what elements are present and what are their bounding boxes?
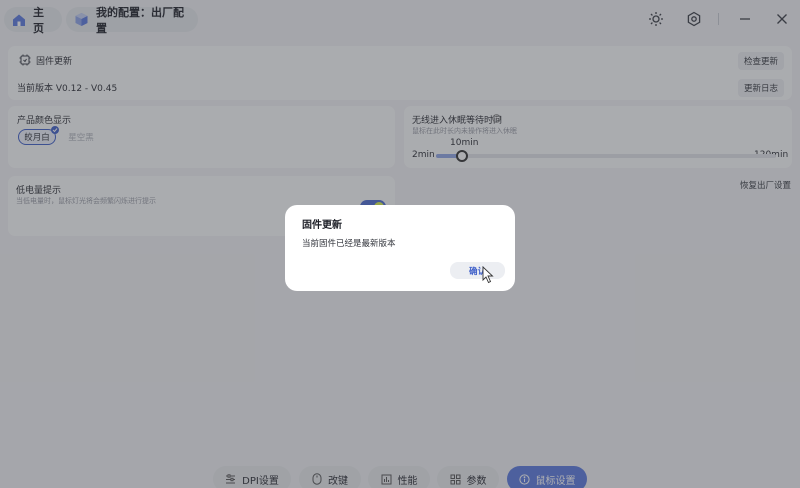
mouse-cursor-icon <box>482 265 494 284</box>
firmware-dialog: 固件更新 当前固件已经是最新版本 确认 <box>285 205 515 291</box>
dialog-message: 当前固件已经是最新版本 <box>302 239 396 249</box>
confirm-button[interactable]: 确认 <box>450 262 505 279</box>
dialog-title: 固件更新 <box>302 220 342 231</box>
